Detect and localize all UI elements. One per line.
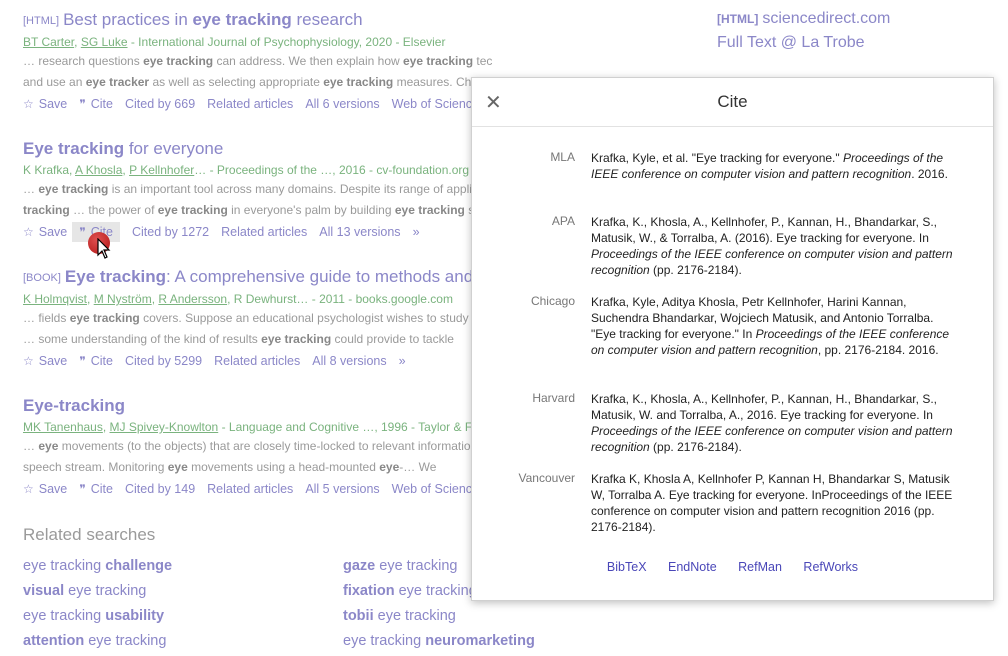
- related-articles-link[interactable]: Related articles: [207, 482, 293, 496]
- result-title[interactable]: Eye-tracking: [23, 396, 493, 416]
- result-authors[interactable]: K Holmqvist, M Nyström, R Andersson, R D…: [23, 291, 493, 307]
- result-snippet: … research questions eye tracking can ad…: [23, 54, 493, 68]
- result-snippet: … eye movements (to the objects) that ar…: [23, 439, 478, 453]
- result-title[interactable]: Eye tracking for everyone: [23, 139, 493, 159]
- search-result: [BOOK] Eye tracking: A comprehensive guid…: [23, 267, 553, 371]
- star-outline-icon: ☆: [23, 225, 34, 239]
- citation-text[interactable]: Krafka, Kyle, Aditya Khosla, Petr Kellnh…: [591, 294, 961, 358]
- quote-icon: ❞: [79, 482, 86, 496]
- citation-text[interactable]: Krafka K, Khosla A, Kellnhofer P, Kannan…: [591, 471, 961, 535]
- result-actions: ☆ Save ❞ Cite Cited by 5299 Related articles A…: [23, 351, 493, 371]
- fulltext-link-sciencedirect[interactable]: [HTML] sciencedirect.com: [717, 10, 890, 28]
- mouse-pointer-icon: [97, 238, 111, 259]
- double-chevron-icon[interactable]: »: [413, 225, 420, 239]
- citation-style-label: Vancouver: [518, 471, 575, 485]
- all-versions-link[interactable]: All 8 versions: [312, 354, 386, 368]
- refman-link[interactable]: RefMan: [738, 560, 782, 574]
- related-search-link[interactable]: eye tracking neuromarketing: [343, 633, 535, 649]
- cited-by-link[interactable]: Cited by 5299: [125, 354, 202, 368]
- quote-icon: ❞: [79, 97, 86, 111]
- citation-style-label: MLA: [550, 150, 575, 164]
- format-tag: [BOOK]: [23, 272, 61, 284]
- quote-icon: ❞: [79, 225, 86, 239]
- result-snippet: … fields eye tracking covers. Suppose an…: [23, 311, 469, 325]
- related-search-link[interactable]: visual eye tracking: [23, 583, 146, 599]
- result-actions: ☆ Save ❞ Cite Cited by 149 Related articles Al…: [23, 479, 493, 499]
- citation-style-label: Chicago: [530, 294, 575, 308]
- cited-by-link[interactable]: Cited by 669: [125, 97, 195, 111]
- double-chevron-icon[interactable]: »: [399, 354, 406, 368]
- cite-button[interactable]: ❞Cite: [79, 354, 113, 368]
- result-snippet: … eye tracking is an important tool acro…: [23, 182, 493, 196]
- citation-style-label: Harvard: [532, 391, 575, 405]
- result-authors[interactable]: K Krafka, A Khosla, P Kellnhofer… - Proc…: [23, 162, 493, 178]
- star-outline-icon: ☆: [23, 97, 34, 111]
- cite-dialog-title: Cite: [717, 92, 748, 111]
- result-actions: ☆ Save ❞ Cite Cited by 669 Related articles Al…: [23, 94, 493, 114]
- cited-by-link[interactable]: Cited by 1272: [132, 225, 209, 239]
- save-button[interactable]: ☆ Save: [23, 354, 67, 368]
- format-tag: [HTML]: [717, 12, 759, 26]
- all-versions-link[interactable]: All 13 versions: [319, 225, 400, 239]
- related-search-link[interactable]: gaze eye tracking: [343, 558, 457, 574]
- quote-icon: ❞: [79, 354, 86, 368]
- export-links: BibTeX EndNote RefMan RefWorks: [472, 560, 993, 574]
- format-tag: [HTML]: [23, 15, 60, 27]
- result-snippet: and use an eye tracker as well as select…: [23, 75, 493, 89]
- endnote-link[interactable]: EndNote: [668, 560, 717, 574]
- related-search-link[interactable]: fixation eye tracking: [343, 583, 477, 599]
- cite-button[interactable]: ❞Cite: [79, 482, 113, 496]
- related-articles-link[interactable]: Related articles: [214, 354, 300, 368]
- cite-dialog: ✕ Cite MLA Krafka, Kyle, et al. "Eye trac…: [471, 77, 994, 601]
- related-search-link[interactable]: tobii eye tracking: [343, 608, 456, 624]
- related-search-link[interactable]: eye tracking challenge: [23, 558, 172, 574]
- all-versions-link[interactable]: All 5 versions: [305, 482, 379, 496]
- star-outline-icon: ☆: [23, 482, 34, 496]
- result-authors[interactable]: BT Carter, SG Luke - International Journ…: [23, 34, 493, 50]
- star-outline-icon: ☆: [23, 354, 34, 368]
- web-of-science-link[interactable]: Web of Science: [392, 97, 479, 111]
- web-of-science-link[interactable]: Web of Science: [392, 482, 479, 496]
- fulltext-link-latrobe[interactable]: Full Text @ La Trobe: [717, 34, 865, 52]
- result-snippet: speech stream. Monitoring eye movements …: [23, 460, 437, 474]
- citation-text[interactable]: Krafka, Kyle, et al. "Eye tracking for e…: [591, 150, 961, 182]
- search-result: Eye tracking for everyone K Krafka, A Kho…: [23, 139, 493, 242]
- related-searches-heading: Related searches: [23, 525, 156, 544]
- result-snippet: tracking … the power of eye tracking in …: [23, 203, 493, 217]
- cited-by-link[interactable]: Cited by 149: [125, 482, 195, 496]
- all-versions-link[interactable]: All 6 versions: [305, 97, 379, 111]
- result-title[interactable]: [HTML] Best practices in eye tracking res…: [23, 10, 493, 31]
- save-button[interactable]: ☆ Save: [23, 225, 67, 239]
- result-title[interactable]: [BOOK] Eye tracking: A comprehensive guid…: [23, 267, 553, 288]
- related-search-link[interactable]: attention eye tracking: [23, 633, 166, 649]
- related-articles-link[interactable]: Related articles: [207, 97, 293, 111]
- related-search-link[interactable]: eye tracking usability: [23, 608, 164, 624]
- citation-text[interactable]: Krafka, K., Khosla, A., Kellnhofer, P., …: [591, 391, 961, 455]
- related-articles-link[interactable]: Related articles: [221, 225, 307, 239]
- result-snippet: … some understanding of the kind of resu…: [23, 332, 454, 346]
- search-result: [HTML] Best practices in eye tracking res…: [23, 10, 493, 114]
- refworks-link[interactable]: RefWorks: [803, 560, 858, 574]
- save-button[interactable]: ☆ Save: [23, 97, 67, 111]
- bibtex-link[interactable]: BibTeX: [607, 560, 647, 574]
- search-result: Eye-tracking MK Tanenhaus, MJ Spivey-Know…: [23, 396, 493, 499]
- result-authors[interactable]: MK Tanenhaus, MJ Spivey-Knowlton - Langu…: [23, 419, 493, 435]
- cite-button[interactable]: ❞Cite: [79, 97, 113, 111]
- save-button[interactable]: ☆ Save: [23, 482, 67, 496]
- cite-dialog-header: ✕ Cite: [472, 78, 993, 127]
- citation-text[interactable]: Krafka, K., Khosla, A., Kellnhofer, P., …: [591, 214, 961, 278]
- citation-style-label: APA: [551, 214, 575, 228]
